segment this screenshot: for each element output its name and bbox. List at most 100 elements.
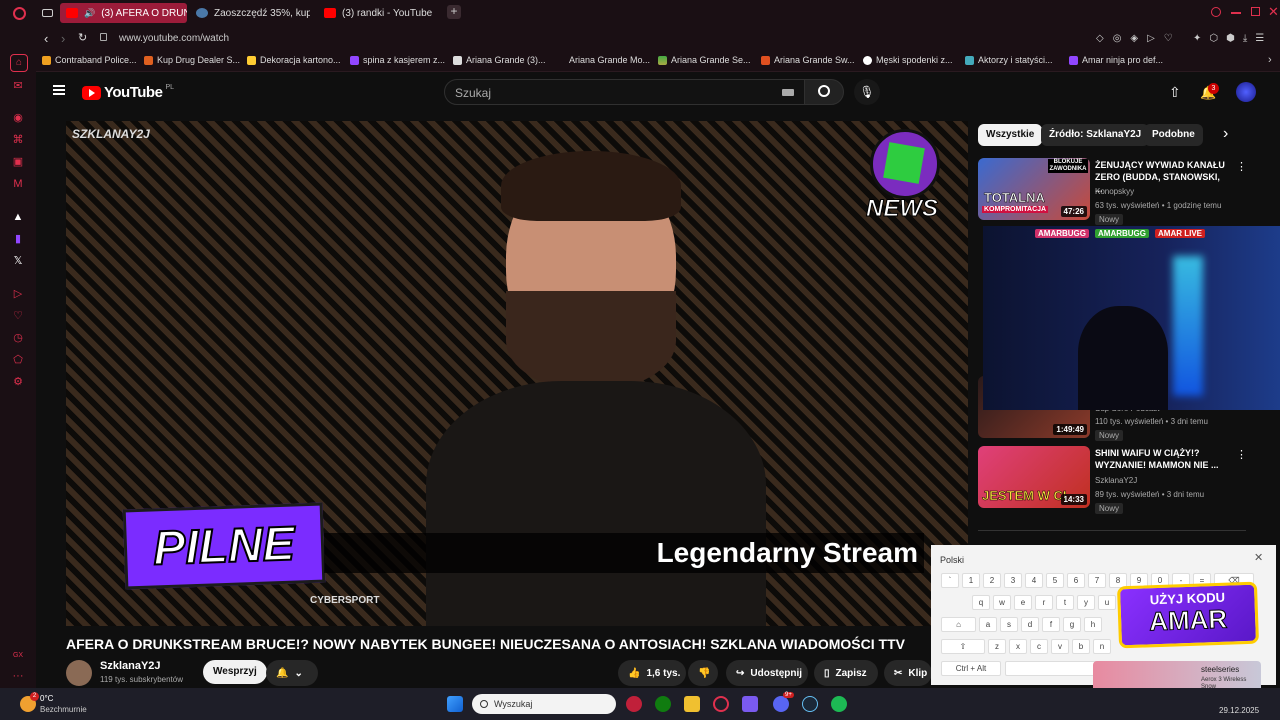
- home-key[interactable]: ⌂: [941, 617, 976, 632]
- xbox-icon[interactable]: [655, 696, 671, 712]
- key[interactable]: s: [1000, 617, 1018, 632]
- twitch-icon[interactable]: ▮: [12, 233, 24, 245]
- bookmark-item[interactable]: spina z kasjerem z...: [350, 55, 445, 65]
- forward-icon[interactable]: ›: [61, 31, 65, 46]
- minimize-button[interactable]: [1231, 12, 1241, 14]
- subscribe-bell-button[interactable]: 🔔 ⌄: [266, 660, 318, 686]
- search-tabs-icon[interactable]: [1211, 7, 1221, 17]
- spotify-icon[interactable]: [831, 696, 847, 712]
- messenger-icon[interactable]: ▣: [12, 156, 24, 168]
- ctrl-alt-key[interactable]: Ctrl + Alt: [941, 661, 1001, 676]
- key[interactable]: b: [1072, 639, 1090, 654]
- key[interactable]: n: [1093, 639, 1111, 654]
- chip-source[interactable]: Źródło: SzklanaY2J: [1041, 124, 1150, 146]
- clip-button[interactable]: ✂ Klip: [884, 660, 932, 686]
- key[interactable]: `: [941, 573, 959, 588]
- recommendation-item[interactable]: BLOKUJE ZAWODNIKA TOTALNA KOMPROMITACJA …: [978, 158, 1248, 225]
- more-options-icon[interactable]: ⋮: [1236, 160, 1247, 173]
- bookmark-item[interactable]: Ariana Grande Se...: [658, 55, 751, 65]
- voice-search-button[interactable]: 🎙: [854, 79, 880, 105]
- gmail-icon[interactable]: M: [12, 178, 24, 190]
- video-player[interactable]: SZKLANAY2J NEWS PILNE Legendarny Stream …: [66, 121, 968, 626]
- key[interactable]: w: [993, 595, 1011, 610]
- tab-steam-sale[interactable]: Zaoszczędź 35%, kupuj: [190, 3, 310, 23]
- recommendation-item[interactable]: JESTEM W CI 14:33 SHINI WAIFU W CIĄŻY!? …: [978, 446, 1248, 514]
- key[interactable]: t: [1056, 595, 1074, 610]
- key[interactable]: g: [1063, 617, 1081, 632]
- pinboard-icon[interactable]: ⬠: [12, 354, 24, 366]
- keyboard-icon[interactable]: [782, 89, 794, 96]
- discord-icon[interactable]: [773, 696, 789, 712]
- bookmark-item[interactable]: Dekoracja kartono...: [247, 55, 341, 65]
- bookmark-item[interactable]: Ariana Grande Mo...: [556, 55, 650, 65]
- youtube-logo[interactable]: YouTube PL: [82, 84, 174, 101]
- chips-next-icon[interactable]: ›: [1223, 125, 1228, 143]
- mail-icon[interactable]: ✉: [12, 80, 24, 92]
- key[interactable]: u: [1098, 595, 1116, 610]
- key[interactable]: q: [972, 595, 990, 610]
- shift-key[interactable]: ⇧: [941, 639, 985, 654]
- support-button[interactable]: Wesprzyj: [203, 660, 267, 684]
- channel-name[interactable]: SzklanaY2J: [100, 660, 161, 672]
- opera-logo-icon[interactable]: [13, 7, 26, 20]
- more-icon[interactable]: ···: [12, 670, 24, 682]
- save-button[interactable]: ▯ Zapisz: [814, 660, 878, 686]
- key[interactable]: 2: [983, 573, 1001, 588]
- key[interactable]: y: [1077, 595, 1095, 610]
- opera-gx-icon[interactable]: [626, 696, 642, 712]
- key[interactable]: v: [1051, 639, 1069, 654]
- like-button[interactable]: 👍 1,6 tys.: [618, 660, 686, 686]
- key[interactable]: c: [1030, 639, 1048, 654]
- url-field[interactable]: www.youtube.com/watch: [119, 33, 229, 44]
- dislike-button[interactable]: 👎: [688, 660, 718, 686]
- bookmark-item[interactable]: Męski spodenki z...: [863, 55, 953, 65]
- tab-youtube-randki[interactable]: (3) randki - YouTube: [318, 3, 443, 23]
- key[interactable]: e: [1014, 595, 1032, 610]
- steam-icon[interactable]: [802, 696, 818, 712]
- history-icon[interactable]: ◷: [12, 332, 24, 344]
- key[interactable]: h: [1084, 617, 1102, 632]
- home-icon[interactable]: ⌂: [10, 54, 28, 72]
- speed-dial-icon[interactable]: ◉: [12, 112, 24, 124]
- extensions-icon[interactable]: ⌘: [12, 134, 24, 146]
- bookmark-item[interactable]: Ariana Grande (3)...: [453, 55, 546, 65]
- reload-icon[interactable]: ↻: [78, 31, 87, 44]
- key[interactable]: a: [979, 617, 997, 632]
- key[interactable]: 3: [1004, 573, 1022, 588]
- bookmarks-more-icon[interactable]: ›: [1268, 54, 1272, 66]
- share-button[interactable]: ↪ Udostępnij: [726, 660, 808, 686]
- heart-icon[interactable]: ♡: [12, 310, 24, 322]
- key[interactable]: f: [1042, 617, 1060, 632]
- bookmark-item[interactable]: Aktorzy i statyści...: [965, 55, 1053, 65]
- gx-icon[interactable]: GX: [12, 650, 24, 662]
- address-tools-icons[interactable]: ◇◎◈▷♡: [1096, 33, 1182, 44]
- windows-start-icon[interactable]: [447, 696, 463, 712]
- new-tab-button[interactable]: +: [447, 5, 461, 19]
- avatar[interactable]: [1236, 82, 1256, 102]
- bookmark-item[interactable]: Kup Drug Dealer S...: [144, 55, 240, 65]
- maximize-button[interactable]: [1251, 7, 1260, 16]
- keyboard-close-icon[interactable]: ✕: [1254, 551, 1263, 564]
- menu-icon[interactable]: [53, 85, 65, 95]
- key[interactable]: d: [1021, 617, 1039, 632]
- key[interactable]: 4: [1025, 573, 1043, 588]
- game-icon[interactable]: [742, 696, 758, 712]
- back-icon[interactable]: ‹: [44, 31, 48, 46]
- x-icon[interactable]: 𝕏: [12, 255, 24, 267]
- key[interactable]: 7: [1088, 573, 1106, 588]
- channel-avatar[interactable]: [66, 660, 92, 686]
- file-explorer-icon[interactable]: [684, 696, 700, 712]
- recommendation-thumbnail[interactable]: BLOKUJE ZAWODNIKA TOTALNA KOMPROMITACJA …: [978, 158, 1090, 220]
- key[interactable]: z: [988, 639, 1006, 654]
- tab-youtube-afera[interactable]: 🔊 (3) AFERA O DRUNKS: [60, 3, 187, 23]
- bookmark-item[interactable]: Contraband Police...: [42, 55, 137, 65]
- key[interactable]: 1: [962, 573, 980, 588]
- search-input[interactable]: Szukaj: [444, 79, 808, 105]
- upload-icon[interactable]: ⇧: [1169, 84, 1181, 101]
- bookmark-item[interactable]: Ariana Grande Sw...: [761, 55, 855, 65]
- workspace-icon[interactable]: [42, 9, 53, 17]
- chip-similar[interactable]: Podobne: [1144, 124, 1203, 146]
- settings-icon[interactable]: ⚙: [12, 376, 24, 388]
- extensions-icons[interactable]: ✦⬡⬢⤓☰: [1193, 33, 1272, 44]
- key[interactable]: x: [1009, 639, 1027, 654]
